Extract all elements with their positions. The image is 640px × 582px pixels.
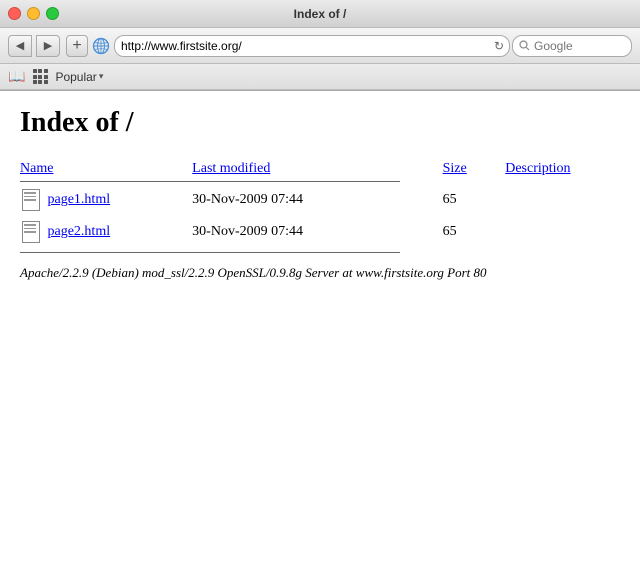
minimize-button[interactable] <box>27 7 40 20</box>
modified-sort-link[interactable]: Last modified <box>192 161 270 176</box>
file-link[interactable]: page1.html <box>48 192 111 207</box>
table-header-row: Name Last modified Size Description <box>20 159 620 179</box>
name-sort-link[interactable]: Name <box>20 161 53 176</box>
close-button[interactable] <box>8 7 21 20</box>
description-sort-link[interactable]: Description <box>505 161 570 176</box>
col-name-header: Name <box>20 159 192 179</box>
page-content: Index of / Name Last modified Size Descr… <box>0 91 640 582</box>
window-title: Index of / <box>294 7 347 21</box>
search-icon <box>519 40 530 51</box>
back-button[interactable]: ◀ <box>8 35 32 57</box>
file-name-cell: page2.html <box>20 216 192 248</box>
file-icon <box>20 187 42 213</box>
maximize-button[interactable] <box>46 7 59 20</box>
apps-icon[interactable] <box>31 68 49 86</box>
file-size-cell: 65 <box>443 184 506 216</box>
page-title: Index of / <box>20 107 620 139</box>
table-row: page1.html 30-Nov-2009 07:44 65 <box>20 184 620 216</box>
server-info: Apache/2.2.9 (Debian) mod_ssl/2.2.9 Open… <box>20 263 620 283</box>
refresh-button[interactable]: ↻ <box>490 37 508 55</box>
popular-button[interactable]: Popular ▾ <box>55 70 103 84</box>
col-size-header: Size <box>443 159 506 179</box>
file-size-cell: 65 <box>443 216 506 248</box>
file-modified-cell: 30-Nov-2009 07:44 <box>192 184 442 216</box>
search-bar <box>512 35 632 57</box>
bottom-separator <box>20 252 400 253</box>
file-name-cell: page1.html <box>20 184 192 216</box>
url-input[interactable] <box>114 35 510 57</box>
bookmarks-bar: 📖 Popular ▾ <box>0 64 640 90</box>
col-modified-header: Last modified <box>192 159 442 179</box>
file-icon <box>20 219 42 245</box>
traffic-lights <box>8 7 59 20</box>
file-desc-cell <box>505 216 620 248</box>
col-desc-header: Description <box>505 159 620 179</box>
bookmarks-icon[interactable]: 📖 <box>8 68 25 85</box>
toolbar: ◀ ▶ + ↻ <box>0 28 640 64</box>
file-table: Name Last modified Size Description <box>20 159 620 248</box>
add-tab-button[interactable]: + <box>66 35 88 57</box>
chevron-down-icon: ▾ <box>99 71 104 82</box>
forward-button[interactable]: ▶ <box>36 35 60 57</box>
file-link[interactable]: page2.html <box>48 224 111 239</box>
file-modified-cell: 30-Nov-2009 07:44 <box>192 216 442 248</box>
globe-icon <box>92 37 110 55</box>
title-bar: Index of / <box>0 0 640 28</box>
file-desc-cell <box>505 184 620 216</box>
size-sort-link[interactable]: Size <box>443 161 467 176</box>
table-row: page2.html 30-Nov-2009 07:44 65 <box>20 216 620 248</box>
search-input[interactable] <box>534 39 604 53</box>
